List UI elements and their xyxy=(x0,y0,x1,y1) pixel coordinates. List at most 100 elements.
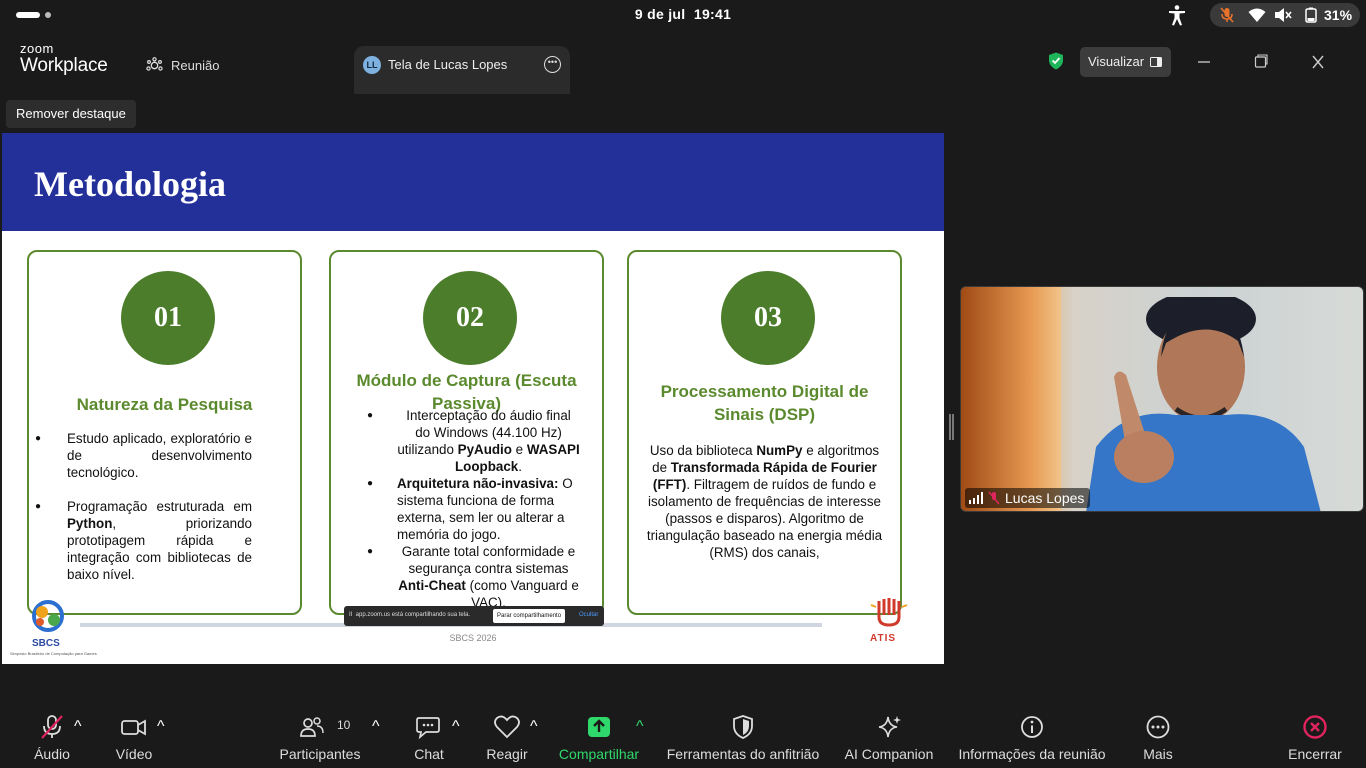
atis-logo xyxy=(870,598,908,627)
host-tools-button[interactable]: Ferramentas do anfitrião xyxy=(663,712,823,766)
card-title-1: Natureza da Pesquisa xyxy=(76,395,253,414)
encryption-shield-icon[interactable] xyxy=(1048,52,1064,70)
video-options-chevron-icon[interactable]: ^ xyxy=(157,718,165,768)
meeting-info-label: Informações da reunião xyxy=(958,746,1106,762)
close-icon[interactable] xyxy=(1308,52,1328,72)
view-button[interactable]: Visualizar xyxy=(1080,47,1171,77)
atis-logo-text: ATIS xyxy=(870,633,897,644)
participants-count: 10 xyxy=(337,718,351,732)
share-button[interactable]: Compartilhar xyxy=(556,712,642,766)
video-background xyxy=(961,287,1061,511)
bullet-text: e xyxy=(511,442,527,457)
date-text: 9 de jul xyxy=(634,6,686,22)
zoom-title-bar: zoom Workplace Reunião LL Tela de Lucas … xyxy=(0,30,1366,94)
react-options-chevron-icon[interactable]: ^ xyxy=(530,718,538,768)
paragraph-bold: NumPy xyxy=(756,443,803,458)
share-screen-icon xyxy=(588,717,610,737)
bullet-text: Garante total conformidade e segurança c… xyxy=(401,544,576,576)
sbcs-logo-subtitle: Simpósio Brasileiro de Computação para G… xyxy=(10,651,97,656)
restore-icon[interactable] xyxy=(1251,52,1271,72)
accessibility-icon[interactable] xyxy=(1167,4,1187,26)
signal-strength-icon xyxy=(969,492,983,504)
participant-name-label: Lucas Lopes xyxy=(965,488,1091,508)
list-item: Arquitetura não-invasiva: O sistema func… xyxy=(367,475,580,543)
list-item: Estudo aplicado, exploratório e de desen… xyxy=(35,430,252,481)
bullet-text: Estudo aplicado, exploratório e de desen… xyxy=(67,431,252,480)
more-options-icon[interactable]: ••• xyxy=(544,56,561,73)
view-button-label: Visualizar xyxy=(1088,54,1145,69)
minimize-icon[interactable] xyxy=(1194,52,1214,72)
card-2-bullets: Interceptação do áudio final do Windows … xyxy=(367,407,580,611)
end-meeting-label: Encerrar xyxy=(1288,746,1342,762)
share-options-chevron-icon[interactable]: ^ xyxy=(636,718,644,768)
ai-companion-button[interactable]: AI Companion xyxy=(843,712,935,766)
chat-icon xyxy=(416,717,440,740)
panel-resize-handle[interactable] xyxy=(949,414,954,440)
avatar: LL xyxy=(363,56,381,74)
zoom-workplace-logo: zoom Workplace xyxy=(20,42,108,77)
react-label: Reagir xyxy=(486,746,528,762)
participants-icon xyxy=(300,717,324,737)
bullet-bold: Python xyxy=(67,516,113,531)
chat-options-chevron-icon[interactable]: ^ xyxy=(452,718,460,768)
host-tools-label: Ferramentas do anfitrião xyxy=(666,746,820,762)
card-1-bullets: Estudo aplicado, exploratório e de desen… xyxy=(35,430,252,600)
screen-share-notification: II app.zoom.us está compartilhando sua t… xyxy=(344,606,604,626)
mic-muted-icon xyxy=(988,491,1000,505)
more-label: Mais xyxy=(1143,746,1173,762)
tab-shared-screen-label: Tela de Lucas Lopes xyxy=(388,57,508,72)
meeting-icon xyxy=(146,56,163,71)
quick-settings[interactable]: 31% xyxy=(1210,3,1360,27)
video-label: Vídeo xyxy=(115,746,153,762)
card-title-3: Processamento Digital de Sinais (DSP) xyxy=(660,382,869,424)
share-notice-text: II app.zoom.us está compartilhando sua t… xyxy=(349,612,471,618)
remove-spotlight-button[interactable]: Remover destaque xyxy=(6,100,136,128)
stop-sharing-button[interactable]: Parar compartilhamento xyxy=(493,609,566,623)
battery-icon xyxy=(1305,7,1317,23)
volume-muted-icon xyxy=(1275,8,1292,22)
video-button[interactable]: Vídeo xyxy=(104,712,164,766)
audio-button[interactable]: Áudio xyxy=(22,712,82,766)
chat-button[interactable]: Chat xyxy=(406,712,452,766)
tab-meeting[interactable]: Reunião xyxy=(146,54,219,76)
shared-slide: Metodologia 01 Natureza da Pesquisa Estu… xyxy=(2,133,944,664)
end-call-icon xyxy=(1303,715,1327,739)
layout-icon xyxy=(1150,57,1162,67)
audio-options-chevron-icon[interactable]: ^ xyxy=(74,718,82,768)
methodology-card-1: 01 Natureza da Pesquisa Estudo aplicado,… xyxy=(27,250,302,615)
bullet-text: Programação estruturada em xyxy=(67,499,252,514)
end-meeting-button[interactable]: Encerrar xyxy=(1284,712,1346,766)
tab-shared-screen[interactable]: LL Tela de Lucas Lopes ••• xyxy=(354,46,570,94)
list-item: Garante total conformidade e segurança c… xyxy=(367,543,580,611)
mic-muted-icon xyxy=(41,715,63,739)
list-item: Programação estruturada em Python, prior… xyxy=(35,498,252,583)
meeting-info-button[interactable]: Informações da reunião xyxy=(955,712,1109,766)
logo-line-1: zoom xyxy=(20,41,54,56)
video-camera-icon xyxy=(121,719,146,736)
wifi-icon xyxy=(1248,8,1266,22)
bullet-bold: PyAudio xyxy=(457,442,512,457)
participants-options-chevron-icon[interactable]: ^ xyxy=(372,718,380,768)
heart-icon xyxy=(494,715,520,739)
time-text: 19:41 xyxy=(693,6,732,22)
participant-name: Lucas Lopes xyxy=(1005,490,1085,506)
more-button[interactable]: Mais xyxy=(1136,712,1180,766)
methodology-card-2: 02 Módulo de Captura (Escuta Passiva) In… xyxy=(329,250,604,615)
battery-percent: 31% xyxy=(1324,7,1353,23)
participants-button[interactable]: Participantes xyxy=(276,712,364,766)
react-button[interactable]: Reagir xyxy=(482,712,532,766)
slide-footer: SBCS 2026 xyxy=(449,633,497,643)
mic-muted-icon xyxy=(1220,7,1234,23)
participant-video-tile[interactable]: Lucas Lopes xyxy=(960,286,1364,512)
share-label: Compartilhar xyxy=(558,746,640,762)
card-number-1: 01 xyxy=(121,271,215,365)
card-3-paragraph: Uso da biblioteca NumPy e algoritmos de … xyxy=(643,442,886,561)
list-item: Interceptação do áudio final do Windows … xyxy=(367,407,580,475)
hide-button[interactable]: Ocultar xyxy=(579,612,598,618)
participant-video-image xyxy=(1086,297,1321,511)
methodology-card-3: 03 Processamento Digital de Sinais (DSP)… xyxy=(627,250,902,615)
sparkle-icon xyxy=(878,716,901,738)
clock[interactable]: 9 de jul 19:41 xyxy=(0,6,1366,22)
meeting-stage: Remover destaque Metodologia 01 Natureza… xyxy=(0,94,1366,702)
bullet-bold: Arquitetura não-invasiva: xyxy=(397,476,559,491)
